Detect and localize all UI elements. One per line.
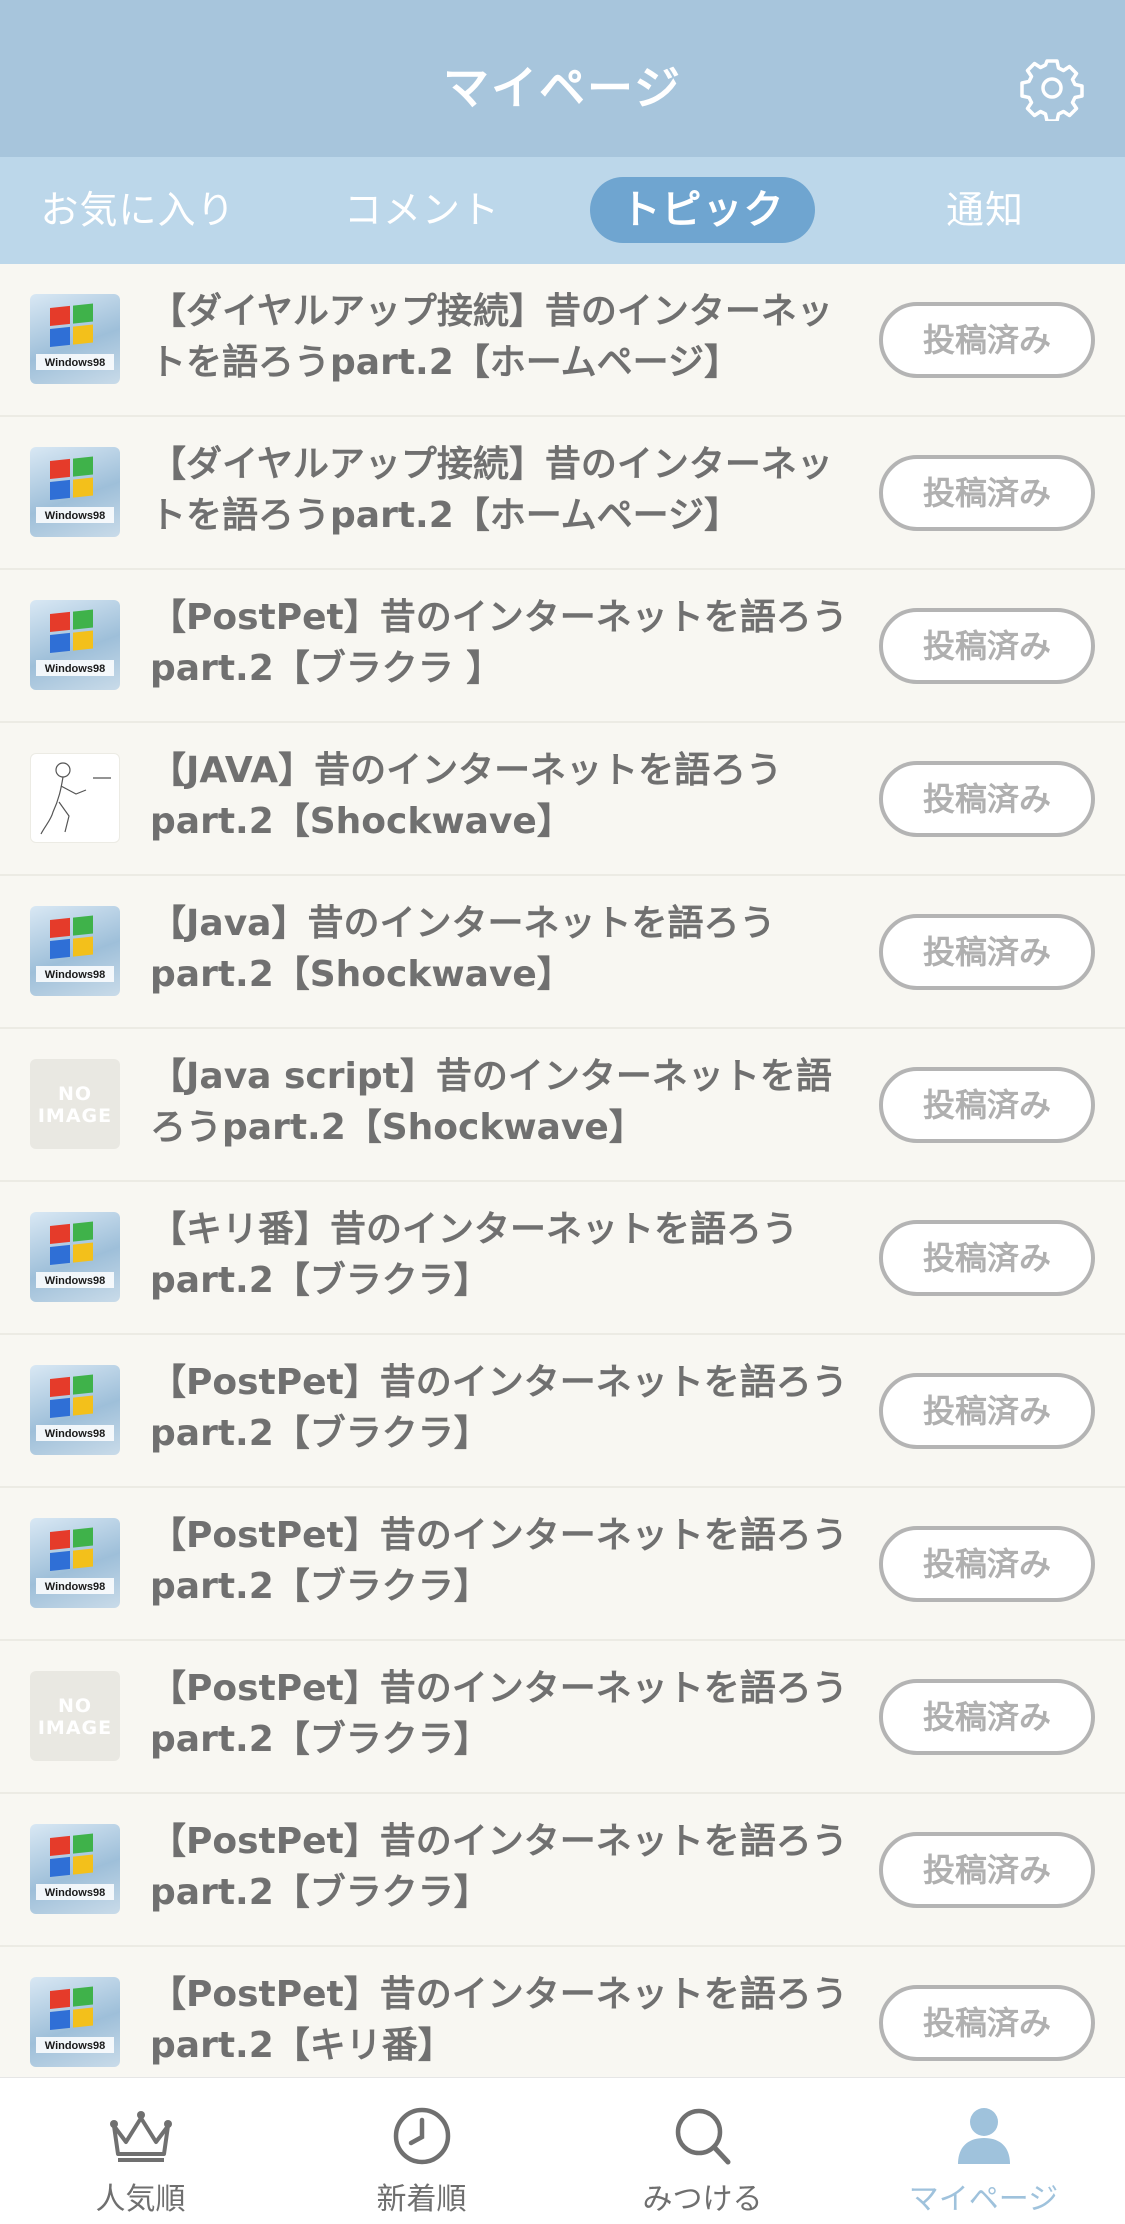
posted-status-button[interactable]: 投稿済み: [879, 1526, 1095, 1602]
tabbar-item-popular[interactable]: 人気順: [0, 2078, 281, 2224]
windows98-thumbnail: Windows98: [30, 294, 120, 384]
posted-status-button[interactable]: 投稿済み: [879, 302, 1095, 378]
topic-title[interactable]: 【PostPet】昔のインターネットを語ろう part.2【ブラクラ】: [150, 1510, 850, 1612]
thumbnail-label: Windows98: [45, 510, 105, 522]
topic-row[interactable]: 【JAVA】昔のインターネットを語ろう part.2【Shockwave】 投稿済…: [0, 723, 1125, 876]
header: マイページ: [0, 0, 1125, 157]
tab-bar: お気に入り コメント トピック 通知: [0, 157, 1125, 264]
no-image-thumbnail: NO IMAGE: [30, 1059, 120, 1149]
posted-status-button[interactable]: 投稿済み: [879, 1679, 1095, 1755]
windows98-thumbnail: Windows98: [30, 447, 120, 537]
topic-row[interactable]: Windows98 【PostPet】昔のインターネットを語ろう part.2【ブ…: [0, 1335, 1125, 1488]
thumbnail-label: Windows98: [45, 663, 105, 675]
topic-row[interactable]: NO IMAGE 【Java script】昔のインターネットを語 ろうpart.…: [0, 1029, 1125, 1182]
posted-status-button[interactable]: 投稿済み: [879, 1067, 1095, 1143]
thumbnail-label: Windows98: [45, 969, 105, 981]
topic-title[interactable]: 【PostPet】昔のインターネットを語ろう part.2【ブラクラ】: [150, 1816, 850, 1918]
tab-topics[interactable]: トピック: [590, 177, 815, 243]
gear-icon[interactable]: [1019, 55, 1085, 121]
clock-icon: [393, 2107, 451, 2165]
windows98-thumbnail: Windows98: [30, 906, 120, 996]
posted-status-button[interactable]: 投稿済み: [879, 455, 1095, 531]
posted-status-button[interactable]: 投稿済み: [879, 1985, 1095, 2061]
crown-icon: [110, 2111, 172, 2162]
thumbnail-label: Windows98: [45, 1887, 105, 1899]
tabbar-label: 新着順: [376, 2182, 467, 2217]
posted-status-button[interactable]: 投稿済み: [879, 608, 1095, 684]
topic-row[interactable]: Windows98 【PostPet】昔のインターネットを語ろう part.2【ブ…: [0, 1488, 1125, 1641]
topic-title[interactable]: 【PostPet】昔のインターネットを語ろう part.2【キリ番】: [150, 1969, 850, 2071]
topic-row[interactable]: Windows98 【PostPet】昔のインターネットを語ろう part.2【ブ…: [0, 1794, 1125, 1947]
tabbar-item-discover[interactable]: みつける: [562, 2078, 843, 2224]
tab-notifications[interactable]: 通知: [885, 177, 1085, 243]
tabbar-item-mypage[interactable]: マイページ: [843, 2078, 1124, 2224]
thumbnail-label: Windows98: [45, 357, 105, 369]
topic-title[interactable]: 【キリ番】昔のインターネットを語ろう part.2【ブラクラ】: [150, 1204, 850, 1306]
thumbnail-label: Windows98: [45, 1428, 105, 1440]
person-icon: [958, 2108, 1010, 2164]
windows98-thumbnail: Windows98: [30, 600, 120, 690]
sketch-thumbnail: [30, 753, 120, 843]
windows98-thumbnail: Windows98: [30, 1977, 120, 2067]
topic-title[interactable]: 【ダイヤルアップ接続】昔のインターネッ トを語ろうpart.2【ホームページ】: [150, 439, 850, 541]
no-image-thumbnail: NO IMAGE: [30, 1671, 120, 1761]
page-title: マイページ: [442, 61, 683, 115]
topic-list: Windows98 【ダイヤルアップ接続】昔のインターネッ トを語ろうpart.2…: [0, 264, 1125, 2100]
tabbar-item-new[interactable]: 新着順: [281, 2078, 562, 2224]
tabbar-label: マイページ: [908, 2182, 1059, 2217]
topic-title[interactable]: 【PostPet】昔のインターネットを語ろう part.2【ブラクラ】: [150, 1357, 850, 1459]
topic-row[interactable]: Windows98 【ダイヤルアップ接続】昔のインターネッ トを語ろうpart.2…: [0, 417, 1125, 570]
posted-status-button[interactable]: 投稿済み: [879, 914, 1095, 990]
topic-title[interactable]: 【Java script】昔のインターネットを語 ろうpart.2【Shockw…: [150, 1051, 850, 1153]
search-icon: [675, 2108, 731, 2165]
topic-row[interactable]: NO IMAGE 【PostPet】昔のインターネットを語ろう part.2【ブラ…: [0, 1641, 1125, 1794]
posted-status-button[interactable]: 投稿済み: [879, 1373, 1095, 1449]
tab-favorites[interactable]: お気に入り: [28, 177, 248, 243]
topic-row[interactable]: Windows98 【Java】昔のインターネットを語ろう part.2【Shoc…: [0, 876, 1125, 1029]
tabbar-label: みつける: [642, 2182, 763, 2217]
thumbnail-label: Windows98: [45, 1275, 105, 1287]
topic-row[interactable]: Windows98 【PostPet】昔のインターネットを語ろう part.2【ブ…: [0, 570, 1125, 723]
tab-comments[interactable]: コメント: [312, 177, 532, 243]
windows98-thumbnail: Windows98: [30, 1518, 120, 1608]
topic-title[interactable]: 【ダイヤルアップ接続】昔のインターネッ トを語ろうpart.2【ホームページ】: [150, 286, 850, 388]
thumbnail-label: Windows98: [45, 2040, 105, 2052]
windows98-thumbnail: Windows98: [30, 1365, 120, 1455]
tabbar-label: 人気順: [95, 2182, 186, 2217]
thumbnail-label: Windows98: [45, 1581, 105, 1593]
posted-status-button[interactable]: 投稿済み: [879, 1220, 1095, 1296]
topic-title[interactable]: 【PostPet】昔のインターネットを語ろう part.2【ブラクラ 】: [150, 592, 850, 694]
topic-row[interactable]: Windows98 【キリ番】昔のインターネットを語ろう part.2【ブラクラ】…: [0, 1182, 1125, 1335]
bottom-tab-bar: 人気順 新着順 みつける マイページ: [0, 2077, 1125, 2224]
windows98-thumbnail: Windows98: [30, 1824, 120, 1914]
topic-title[interactable]: 【JAVA】昔のインターネットを語ろう part.2【Shockwave】: [150, 745, 850, 847]
topic-title[interactable]: 【PostPet】昔のインターネットを語ろう part.2【ブラクラ】: [150, 1663, 850, 1765]
topic-title[interactable]: 【Java】昔のインターネットを語ろう part.2【Shockwave】: [150, 898, 850, 1000]
posted-status-button[interactable]: 投稿済み: [879, 1832, 1095, 1908]
posted-status-button[interactable]: 投稿済み: [879, 761, 1095, 837]
topic-row[interactable]: Windows98 【ダイヤルアップ接続】昔のインターネッ トを語ろうpart.2…: [0, 264, 1125, 417]
windows98-thumbnail: Windows98: [30, 1212, 120, 1302]
